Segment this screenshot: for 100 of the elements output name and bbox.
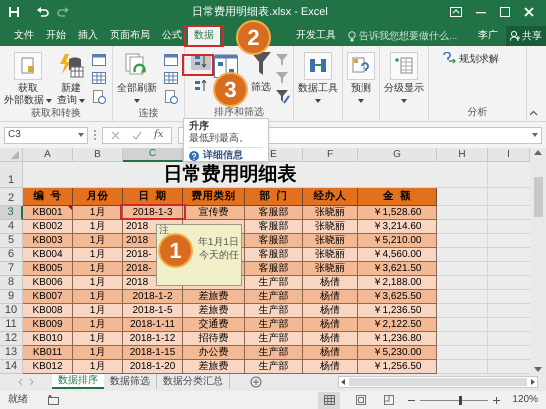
table-cell: KB004 <box>23 248 73 262</box>
ribbon-tab[interactable]: 数据 <box>188 26 220 46</box>
row-header[interactable]: 2 <box>0 188 23 206</box>
table-cell: 张晓丽 <box>303 248 358 262</box>
normal-view-button[interactable] <box>318 392 340 408</box>
horizontal-scrollbar[interactable] <box>338 376 538 388</box>
ribbon-button[interactable]: 分级显示 <box>383 52 425 107</box>
zoom-in-icon[interactable] <box>493 396 500 404</box>
row-header[interactable]: 3 <box>0 206 23 220</box>
table-cell: ￥1,236.80 <box>358 332 437 346</box>
table-cell: KB012 <box>23 360 73 374</box>
table-icon[interactable] <box>92 54 106 66</box>
row-header[interactable]: 14 <box>0 360 23 374</box>
close-icon[interactable] <box>524 7 534 17</box>
table-cell: ￥3,625.50 <box>358 290 437 304</box>
ribbon-tab[interactable]: 公式 <box>156 26 188 46</box>
ribbon-tab[interactable]: 插入 <box>72 26 104 46</box>
comment-text: 今天的任 <box>199 251 239 261</box>
ribbon-tab[interactable]: 页面布局 <box>104 26 156 46</box>
table-cell: 杨倩 <box>303 332 358 346</box>
macro-record-icon[interactable] <box>48 395 59 405</box>
share-button[interactable]: 共享 <box>506 26 546 46</box>
row-header[interactable]: 12 <box>0 332 23 346</box>
table-cell: 1月 <box>73 262 123 276</box>
table-cell: 1月 <box>73 332 123 346</box>
comment-text: 年1月1日 <box>198 238 239 248</box>
ribbon-tab[interactable]: 开始 <box>40 26 72 46</box>
zoom-slider-thumb[interactable] <box>459 396 462 404</box>
solver-button[interactable]: 规划求解 <box>442 52 499 67</box>
ribbon-tab[interactable]: 文件 <box>8 26 40 46</box>
ribbon-button[interactable]: 预测 <box>346 52 376 107</box>
grid-icon[interactable] <box>92 72 106 84</box>
add-sheet-icon[interactable] <box>250 376 262 388</box>
column-header[interactable]: C <box>123 148 183 162</box>
row-header[interactable]: 5 <box>0 234 23 248</box>
tooltip-description: 最低到最高。 <box>189 133 250 145</box>
sheet-tab[interactable]: 数据分类汇总 <box>157 374 230 389</box>
table-cell: ￥3,214.60 <box>358 220 437 234</box>
sheet-tab[interactable]: 数据排序 <box>52 374 104 389</box>
name-box[interactable]: C3 <box>4 126 88 144</box>
undo-icon[interactable] <box>36 6 49 18</box>
row-header[interactable]: 1 <box>0 162 23 188</box>
row-header[interactable]: 8 <box>0 276 23 290</box>
maximize-icon[interactable] <box>500 7 510 17</box>
scrollbar-thumb[interactable] <box>349 378 527 386</box>
ribbon-button[interactable]: 数据工具 <box>297 52 339 107</box>
scroll-up-icon[interactable] <box>534 150 542 155</box>
sheet-tab[interactable]: 数据筛选 <box>104 374 157 389</box>
collapse-icon[interactable] <box>529 110 538 116</box>
highlight-frame <box>184 25 224 47</box>
table-cell: 客服部 <box>245 262 303 276</box>
details-link[interactable]: 详细信息 <box>203 150 243 162</box>
page-layout-icon[interactable] <box>356 395 366 405</box>
document-clock-icon[interactable] <box>164 90 178 104</box>
vertical-scrollbar[interactable] <box>530 148 546 374</box>
table-cell: 宣传费 <box>183 206 245 220</box>
user-name: 李广 <box>478 28 498 43</box>
check-icon[interactable] <box>132 130 142 140</box>
group-label: 获取和转换 <box>31 108 81 119</box>
table-cell: 张晓丽 <box>303 234 358 248</box>
grid-icon[interactable] <box>164 72 178 84</box>
table-cell: 生产部 <box>245 360 303 374</box>
group-label: 排序和筛选 <box>214 107 264 118</box>
table-cell: 2018-1-5 <box>123 304 183 318</box>
table-cell: 2018-1-2 <box>123 290 183 304</box>
insert-function-button[interactable]: fx <box>154 130 164 140</box>
table-cell: 2018-1-12 <box>123 332 183 346</box>
funnel-icon[interactable] <box>276 90 290 104</box>
ribbon-tab[interactable]: 开发工具 <box>290 26 342 46</box>
row-header[interactable]: 7 <box>0 262 23 276</box>
data-tools-icon <box>304 52 332 80</box>
table-cell: 生产部 <box>245 346 303 360</box>
page-break-icon[interactable] <box>384 395 394 405</box>
row-header[interactable]: 6 <box>0 248 23 262</box>
table-cell: 生产部 <box>245 290 303 304</box>
table-cell: 2018-1-15 <box>123 346 183 360</box>
scroll-down-icon[interactable] <box>534 367 542 372</box>
document-icon <box>14 52 42 80</box>
table-cell: KB010 <box>23 332 73 346</box>
ribbon-button[interactable]: 获取 外部数据 <box>3 52 53 107</box>
row-header[interactable]: 11 <box>0 318 23 332</box>
table-cell: KB009 <box>23 318 73 332</box>
highlight-frame <box>120 204 186 220</box>
table-icon[interactable] <box>164 54 178 66</box>
column-heading: 月份 <box>73 188 123 206</box>
table-cell: ￥5,210.00 <box>358 234 437 248</box>
ribbon-button[interactable]: 新建 查询 <box>56 52 86 107</box>
ribbon-display-icon[interactable] <box>450 7 462 17</box>
document-clock-icon[interactable] <box>92 90 106 104</box>
row-header[interactable]: 4 <box>0 220 23 234</box>
table-cell: 差旅费 <box>183 360 245 374</box>
scrollbar-thumb[interactable] <box>534 177 542 217</box>
redo-icon[interactable] <box>57 6 70 18</box>
table-cell: 差旅费 <box>183 290 245 304</box>
tell-me-field[interactable]: 告诉我您想要做什么... <box>359 28 465 44</box>
row-header[interactable]: 9 <box>0 290 23 304</box>
table-cell: 2018-1-20 <box>123 360 183 374</box>
row-header[interactable]: 13 <box>0 346 23 360</box>
row-header[interactable]: 10 <box>0 304 23 318</box>
ribbon-button[interactable]: 全部刷新 <box>116 52 158 107</box>
